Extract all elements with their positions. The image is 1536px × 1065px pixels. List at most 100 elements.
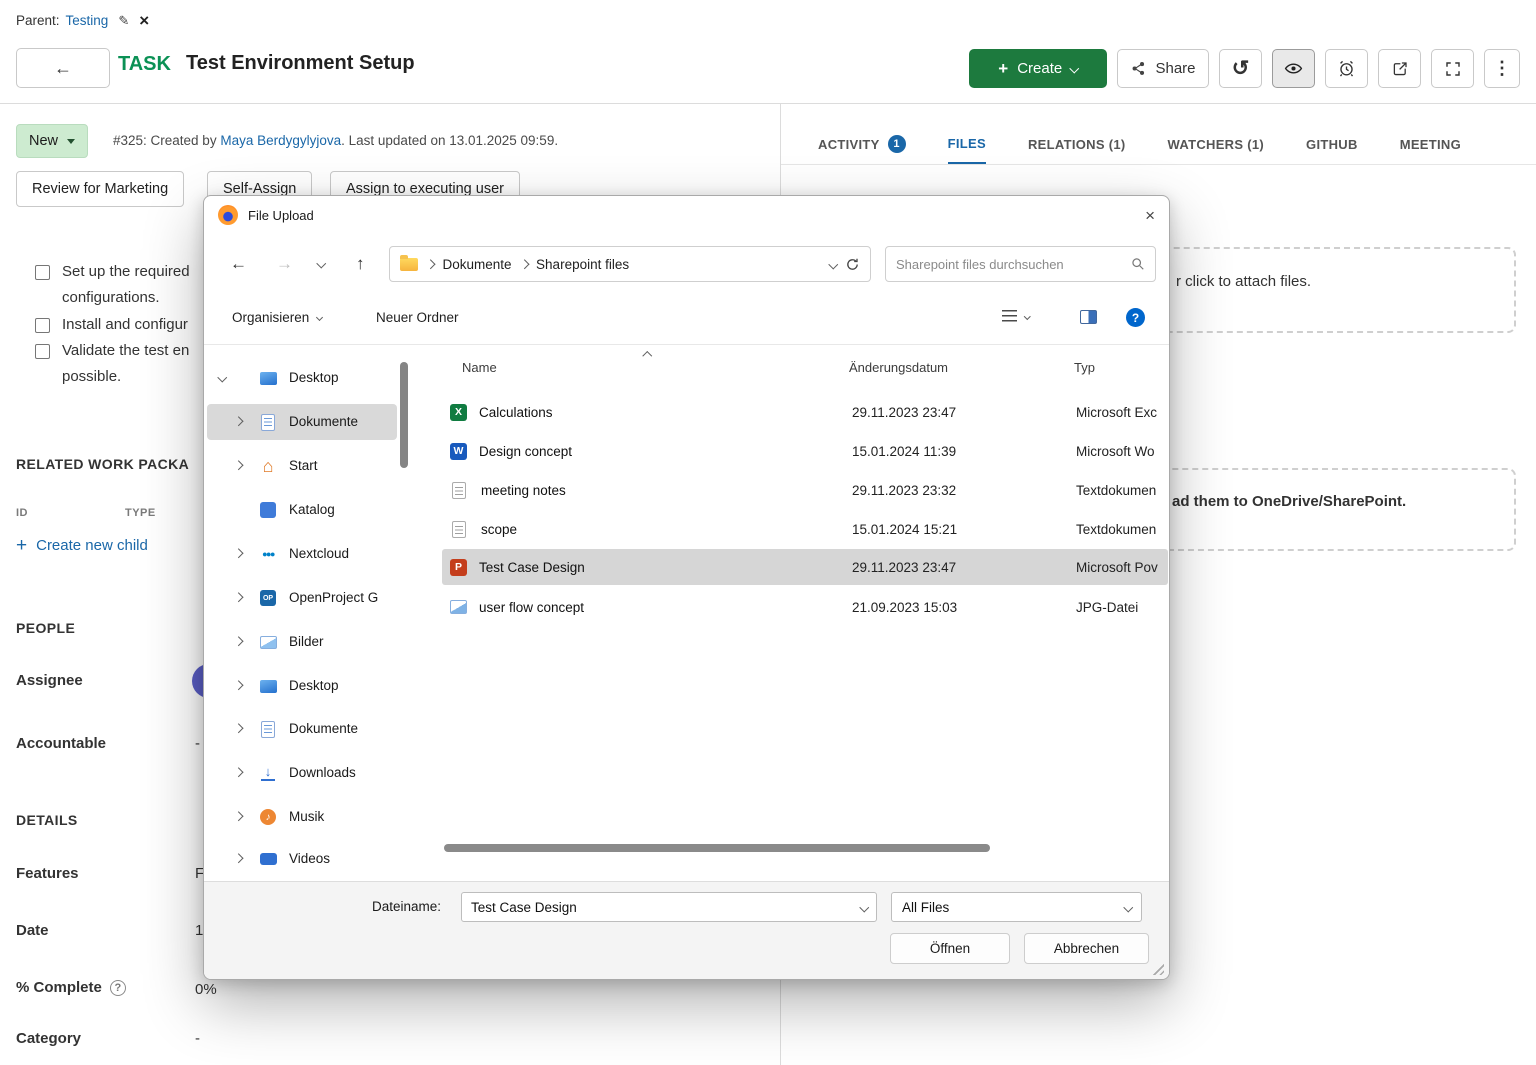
chevron-right-icon[interactable]: [234, 417, 243, 426]
activity-history-button[interactable]: ↺: [1219, 49, 1262, 88]
accountable-value[interactable]: -: [195, 735, 200, 752]
tree-item-pictures[interactable]: Bilder: [207, 624, 397, 660]
tab-files[interactable]: FILES: [948, 124, 986, 164]
create-new-child-link[interactable]: + Create new child: [16, 536, 148, 555]
meta-prefix: #325: Created by: [113, 133, 220, 148]
parent-link[interactable]: Testing: [66, 13, 109, 28]
excel-file-icon: [450, 404, 467, 421]
tab-github[interactable]: GITHUB: [1306, 124, 1358, 164]
chevron-right-icon[interactable]: [234, 854, 243, 863]
organize-menu[interactable]: Organisieren: [232, 310, 322, 325]
chevron-right-icon[interactable]: [234, 549, 243, 558]
dialog-title-bar[interactable]: File Upload ×: [204, 196, 1169, 234]
tree-item-documents[interactable]: Dokumente: [207, 404, 397, 440]
tab-meeting[interactable]: MEETING: [1400, 124, 1461, 164]
watch-button[interactable]: [1272, 49, 1315, 88]
file-modified: 15.01.2024 15:21: [852, 522, 957, 537]
chevron-right-icon[interactable]: [234, 637, 243, 646]
checklist-checkbox[interactable]: [35, 265, 50, 280]
filename-input[interactable]: [462, 900, 861, 915]
column-header-name[interactable]: Name: [462, 360, 497, 375]
tree-item-label: Dokumente: [289, 721, 358, 736]
vertical-scrollbar[interactable]: [400, 362, 408, 468]
chevron-right-icon[interactable]: [234, 768, 243, 777]
file-row[interactable]: scope 15.01.2024 15:21 Textdokumen: [442, 511, 1168, 547]
open-button[interactable]: Öffnen: [890, 933, 1010, 964]
nav-up-icon[interactable]: ↑: [356, 254, 365, 274]
export-button[interactable]: [1378, 49, 1421, 88]
share-button[interactable]: Share: [1117, 49, 1209, 88]
tree-item-nextcloud[interactable]: Nextcloud: [207, 536, 397, 572]
new-folder-button[interactable]: Neuer Ordner: [376, 310, 459, 325]
nav-forward-icon[interactable]: →: [276, 254, 293, 274]
filename-field[interactable]: [461, 892, 877, 922]
help-button[interactable]: ?: [1126, 308, 1145, 327]
breadcrumb-chevron-icon: [519, 259, 528, 268]
tree-item-downloads[interactable]: Downloads: [207, 755, 397, 791]
checklist-item-text: Install and configur: [62, 316, 188, 333]
filetype-select[interactable]: All Files: [891, 892, 1142, 922]
preview-pane-button[interactable]: [1080, 310, 1097, 324]
file-row[interactable]: user flow concept 21.09.2023 15:03 JPG-D…: [442, 589, 1168, 625]
filename-dropdown-chevron-icon[interactable]: [859, 902, 868, 911]
review-for-marketing-button[interactable]: Review for Marketing: [16, 171, 184, 207]
reminder-button[interactable]: [1325, 49, 1368, 88]
home-icon: [257, 456, 279, 476]
chevron-down-icon[interactable]: [218, 373, 227, 382]
tab-watchers[interactable]: WATCHERS (1): [1168, 124, 1265, 164]
tree-item-openproject[interactable]: OpenProject G: [207, 580, 397, 616]
author-link[interactable]: Maya Berdygylyjova: [220, 133, 341, 148]
column-header-type[interactable]: Typ: [1074, 360, 1095, 375]
chevron-right-icon[interactable]: [234, 724, 243, 733]
chevron-right-icon[interactable]: [234, 681, 243, 690]
address-dropdown-chevron-icon[interactable]: [828, 259, 837, 268]
tree-item-desktop[interactable]: Desktop: [207, 360, 397, 396]
refresh-icon[interactable]: [845, 257, 860, 272]
fullscreen-button[interactable]: [1431, 49, 1474, 88]
search-box[interactable]: [885, 246, 1156, 282]
nav-recent-chevron-icon[interactable]: [317, 259, 326, 268]
file-row[interactable]: Calculations 29.11.2023 23:47 Microsoft …: [442, 394, 1168, 430]
horizontal-scrollbar[interactable]: [444, 844, 990, 852]
column-header-modified[interactable]: Änderungsdatum: [849, 360, 948, 375]
checklist-checkbox[interactable]: [35, 344, 50, 359]
search-input[interactable]: [896, 257, 1125, 272]
back-button[interactable]: ←: [16, 48, 110, 88]
category-label: Category: [16, 1030, 81, 1047]
tree-item-music[interactable]: Musik: [207, 799, 397, 835]
tree-item-desktop-folder[interactable]: Desktop: [207, 668, 397, 704]
cancel-button[interactable]: Abbrechen: [1024, 933, 1149, 964]
breadcrumb-sharepoint-files[interactable]: Sharepoint files: [536, 257, 629, 272]
percent-complete-value[interactable]: 0%: [195, 981, 217, 998]
chevron-right-icon[interactable]: [234, 461, 243, 470]
nav-back-icon[interactable]: ←: [230, 254, 247, 274]
checklist-checkbox[interactable]: [35, 318, 50, 333]
category-value[interactable]: -: [195, 1030, 200, 1047]
tree-item-videos[interactable]: Videos: [207, 841, 397, 877]
file-row[interactable]: meeting notes 29.11.2023 23:32 Textdokum…: [442, 472, 1168, 508]
tree-item-documents-folder[interactable]: Dokumente: [207, 711, 397, 747]
file-row-selected[interactable]: Test Case Design 29.11.2023 23:47 Micros…: [442, 549, 1168, 585]
remove-parent-icon[interactable]: ×: [139, 12, 149, 29]
help-icon[interactable]: ?: [110, 980, 126, 996]
dialog-close-icon[interactable]: ×: [1145, 207, 1155, 224]
file-row[interactable]: Design concept 15.01.2024 11:39 Microsof…: [442, 433, 1168, 469]
tree-item-start[interactable]: Start: [207, 448, 397, 484]
more-menu-button[interactable]: ⋮: [1484, 49, 1520, 88]
address-bar[interactable]: Dokumente Sharepoint files: [389, 246, 871, 282]
text-file-icon: [452, 521, 466, 538]
documents-icon: [257, 412, 279, 432]
chevron-right-icon[interactable]: [234, 812, 243, 821]
status-dropdown[interactable]: New: [16, 124, 88, 158]
help-icon: ?: [1126, 308, 1145, 327]
view-list-button[interactable]: [1002, 310, 1030, 322]
features-label: Features: [16, 865, 79, 882]
tab-relations[interactable]: RELATIONS (1): [1028, 124, 1126, 164]
edit-parent-icon[interactable]: ✎: [118, 13, 129, 29]
meta-suffix: . Last updated on 13.01.2025 09:59.: [341, 133, 558, 148]
tree-item-katalog[interactable]: Katalog: [207, 492, 397, 528]
breadcrumb-documents[interactable]: Dokumente: [443, 257, 512, 272]
tab-activity[interactable]: ACTIVITY 1: [818, 124, 906, 164]
create-button[interactable]: + Create: [969, 49, 1107, 88]
chevron-right-icon[interactable]: [234, 593, 243, 602]
